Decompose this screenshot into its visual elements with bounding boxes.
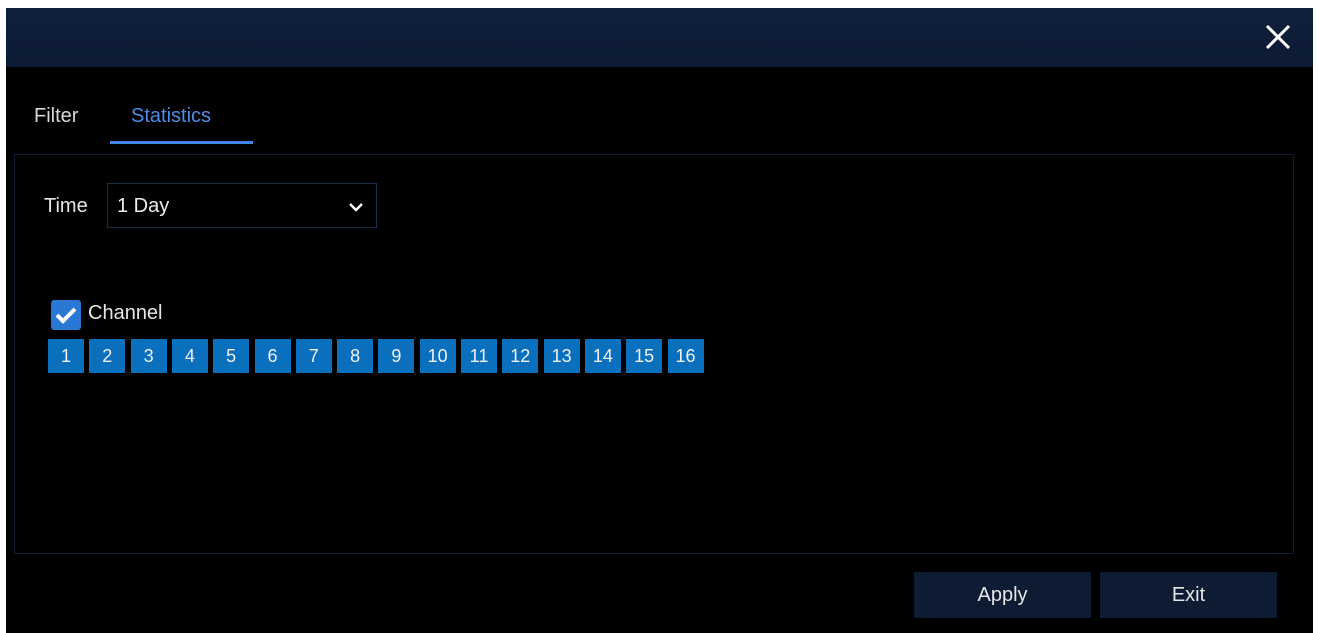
channel-checkbox[interactable] [51,300,81,330]
title-bar [6,8,1313,67]
channel-label: Channel [88,302,163,324]
channel-button-4[interactable]: 4 [171,339,208,373]
channel-button-12[interactable]: 12 [502,339,539,373]
channel-button-2[interactable]: 2 [89,339,126,373]
channel-button-8[interactable]: 8 [337,339,374,373]
checkmark-icon [55,307,77,324]
time-selected-value: 1 Day [117,195,170,217]
channel-button-3[interactable]: 3 [130,339,167,373]
channel-button-9[interactable]: 9 [378,339,415,373]
exit-button[interactable]: Exit [1100,572,1277,618]
channel-button-1[interactable]: 1 [48,339,84,373]
top-strip [0,0,1318,8]
channel-button-6[interactable]: 6 [254,339,291,373]
channel-button-13[interactable]: 13 [543,339,580,373]
channel-button-11[interactable]: 11 [461,339,497,373]
chevron-down-icon [348,200,364,212]
channel-button-16[interactable]: 16 [667,339,704,373]
active-tab-indicator [110,141,253,144]
channel-button-5[interactable]: 5 [213,339,250,373]
tab-filter[interactable]: Filter [34,105,78,128]
channel-button-15[interactable]: 15 [626,339,663,373]
time-label: Time [44,195,88,217]
close-icon[interactable] [1261,20,1295,54]
time-dropdown[interactable]: 1 Day [107,183,377,228]
tab-statistics[interactable]: Statistics [131,105,211,128]
apply-button[interactable]: Apply [914,572,1091,618]
channel-button-14[interactable]: 14 [584,339,621,373]
channel-button-7[interactable]: 7 [295,339,332,373]
channel-button-10[interactable]: 10 [419,339,456,373]
